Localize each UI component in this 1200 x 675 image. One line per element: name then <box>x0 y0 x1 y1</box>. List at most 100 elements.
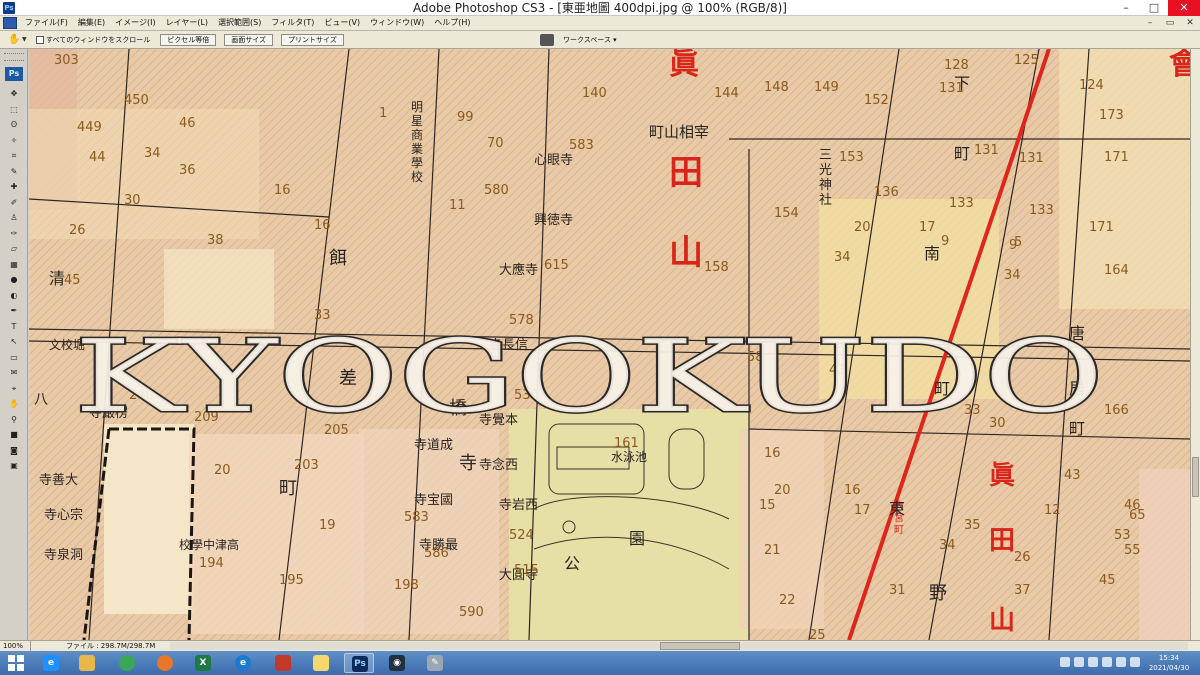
menu-help[interactable]: ヘルプ(H) <box>429 16 475 30</box>
excel-icon[interactable]: X <box>188 653 218 673</box>
eyedropper-icon[interactable]: ⌖ <box>5 382 23 395</box>
lasso-icon[interactable]: ʘ <box>5 118 23 131</box>
slice-icon[interactable]: ✎ <box>5 165 23 178</box>
folder-icon[interactable] <box>306 653 336 673</box>
print-size-button[interactable]: プリントサイズ <box>281 33 344 46</box>
tool-icon[interactable]: ✎ <box>420 653 450 673</box>
map-label: 興徳寺 <box>534 213 573 228</box>
lot-number: 20 <box>214 463 231 478</box>
brush-icon[interactable]: ✐ <box>5 196 23 209</box>
lot-number: 16 <box>274 183 291 198</box>
document-icon[interactable] <box>3 17 17 29</box>
firefox-icon[interactable] <box>150 653 180 673</box>
viewer-icon[interactable]: ◉ <box>382 653 412 673</box>
vertical-scrollbar[interactable] <box>1190 49 1200 640</box>
lot-number: 450 <box>124 93 149 108</box>
zoom-icon[interactable]: ⚲ <box>5 413 23 426</box>
menu-edit[interactable]: 編集(E) <box>73 16 110 30</box>
workspace-dropdown[interactable]: ワークスペース ▾ <box>563 31 617 49</box>
lot-number: 16 <box>314 218 331 233</box>
windows-start-icon[interactable] <box>6 653 26 673</box>
pen-icon[interactable]: ✒ <box>5 304 23 317</box>
doc-minimize-button[interactable]: – <box>1140 16 1160 30</box>
clock-date: 2021/04/30 <box>1148 664 1190 672</box>
path-selection-icon[interactable]: ↖ <box>5 335 23 348</box>
bridge-icon[interactable] <box>540 34 554 46</box>
map-label: 田 <box>669 153 703 193</box>
lot-number: 53 <box>1114 528 1131 543</box>
lot-number: 125 <box>1014 53 1039 68</box>
shape-icon[interactable]: ▭ <box>5 351 23 364</box>
ime-icon[interactable] <box>1130 657 1140 667</box>
lot-number: 144 <box>714 86 739 101</box>
lot-number: 128 <box>944 58 969 73</box>
menu-select[interactable]: 選択範囲(S) <box>213 16 266 30</box>
tray-icon[interactable] <box>1074 657 1084 667</box>
map-label: 山 <box>989 606 1015 636</box>
hand-tool-preset-icon[interactable]: ✋ <box>8 32 22 48</box>
lot-number: 11 <box>449 198 466 213</box>
tray-icon[interactable] <box>1060 657 1070 667</box>
ie-icon[interactable]: e <box>36 653 66 673</box>
maximize-button[interactable]: □ <box>1140 0 1168 16</box>
move-icon[interactable]: ✥ <box>5 87 23 100</box>
history-brush-icon[interactable]: ✑ <box>5 227 23 240</box>
menu-view[interactable]: ビュー(V) <box>319 16 365 30</box>
speaker-icon[interactable] <box>268 653 298 673</box>
menu-window[interactable]: ウィンドウ(W) <box>365 16 429 30</box>
checkbox-box[interactable] <box>36 35 44 44</box>
type-icon[interactable]: T <box>5 320 23 333</box>
quick-mask-icon[interactable]: ◙ <box>5 444 23 457</box>
lot-number: 136 <box>874 185 899 200</box>
crop-icon[interactable]: ⌗ <box>5 149 23 162</box>
menu-filter[interactable]: フィルタ(T) <box>266 16 319 30</box>
map-label: 町 <box>279 478 297 499</box>
eraser-icon[interactable]: ▱ <box>5 242 23 255</box>
menu-image[interactable]: イメージ(I) <box>110 16 160 30</box>
fit-screen-button[interactable]: 画面サイズ <box>224 33 274 46</box>
color-swatch-icon[interactable]: ■ <box>5 428 23 441</box>
lot-number: 46 <box>179 116 196 131</box>
chrome-icon[interactable] <box>112 653 142 673</box>
doc-restore-button[interactable]: ▭ <box>1160 16 1180 30</box>
document-canvas[interactable]: 眞田山町山相宰 三光神社 明星商業學校餌差町南町唐居町下町野橋寺公園水泳池 興徳寺 心眼… <box>29 49 1190 640</box>
lot-number: 5 <box>1014 235 1022 250</box>
close-button[interactable]: ✕ <box>1168 0 1200 16</box>
lot-number: 16 <box>764 446 781 461</box>
lot-number: 38 <box>207 233 224 248</box>
magic-wand-icon[interactable]: ✧ <box>5 134 23 147</box>
healing-brush-icon[interactable]: ✚ <box>5 180 23 193</box>
photoshop-logo[interactable]: Ps <box>5 67 23 81</box>
menu-layer[interactable]: レイヤー(L) <box>161 16 213 30</box>
toolbox-grip[interactable] <box>4 53 24 61</box>
doc-close-button[interactable]: ✕ <box>1180 16 1200 30</box>
network-icon[interactable] <box>1102 657 1112 667</box>
chevron-down-icon[interactable]: ▼ <box>22 32 30 48</box>
marquee-icon[interactable]: ⬚ <box>5 103 23 116</box>
edge-icon[interactable]: e <box>228 653 258 673</box>
photoshop-taskbar-icon[interactable]: Ps <box>344 653 374 673</box>
blur-icon[interactable]: ● <box>5 273 23 286</box>
notes-icon[interactable]: ✉ <box>5 366 23 379</box>
lot-number: 580 <box>484 183 509 198</box>
zoom-level[interactable]: 100% <box>3 641 31 651</box>
volume-icon[interactable] <box>1116 657 1126 667</box>
dodge-icon[interactable]: ◐ <box>5 289 23 302</box>
menu-file[interactable]: ファイル(F) <box>20 16 73 30</box>
screen-mode-icon[interactable]: ▣ <box>5 459 23 472</box>
minimize-button[interactable]: – <box>1112 0 1140 16</box>
hand-icon[interactable]: ✋ <box>5 397 23 410</box>
lot-number: 1 <box>379 106 387 121</box>
horizontal-scroll-thumb[interactable] <box>660 642 740 650</box>
clock[interactable]: 15:34 2021/04/30 <box>1144 653 1194 673</box>
clone-stamp-icon[interactable]: ♙ <box>5 211 23 224</box>
scroll-all-windows-label: すべてのウィンドウをスクロール <box>46 35 151 44</box>
horizontal-scrollbar[interactable] <box>170 642 1188 650</box>
scroll-all-windows-checkbox[interactable]: すべてのウィンドウをスクロール <box>36 32 150 48</box>
tray-icon[interactable] <box>1088 657 1098 667</box>
gradient-icon[interactable]: ▦ <box>5 258 23 271</box>
lot-number: 43 <box>1064 468 1081 483</box>
vertical-scroll-thumb[interactable] <box>1192 457 1199 497</box>
actual-pixels-button[interactable]: ピクセル等倍 <box>160 33 217 46</box>
explorer-icon[interactable] <box>72 653 102 673</box>
